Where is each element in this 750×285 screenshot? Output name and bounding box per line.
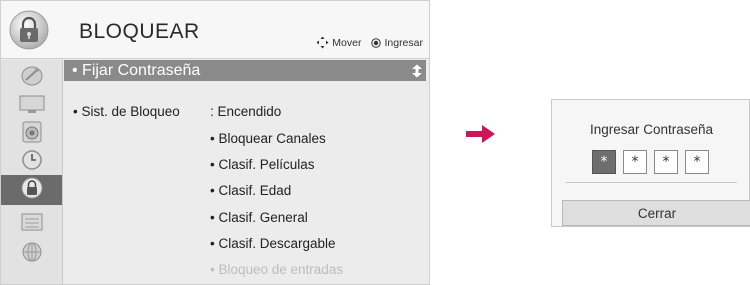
clock-icon[interactable] [12,148,52,172]
menu-content: • Fijar Contraseña • Sist. de Bloqueo : … [64,60,429,284]
tv-screen-icon[interactable] [12,92,52,116]
option-movie-rating[interactable]: • Clasif. Películas [210,157,315,172]
move-hint-label: Mover [332,36,362,49]
pin-digit-1[interactable]: * [592,150,616,174]
pin-digit-2[interactable]: * [623,150,647,174]
category-sidebar [1,60,63,284]
option-block-channels[interactable]: • Bloquear Canales [210,131,326,146]
menu-item-lock-system[interactable]: • Sist. de Bloqueo [73,104,180,119]
enter-hint-label: Ingresar [384,36,423,49]
sidebar-item-lock[interactable] [1,175,62,205]
right-arrow-icon [466,123,496,145]
network-icon[interactable] [12,240,52,264]
menu-item-label: • Fijar Contraseña [72,62,201,79]
divider [566,182,737,183]
option-general-rating[interactable]: • Clasif. General [210,210,308,225]
menu-item-label: • Sist. de Bloqueo [73,104,180,119]
ok-button-icon [371,37,382,48]
speaker-icon[interactable] [12,120,52,144]
page-title: BLOQUEAR [79,20,200,43]
option-age-rating[interactable]: • Clasif. Edad [210,183,291,198]
menu-item-set-password[interactable]: • Fijar Contraseña [64,60,426,81]
pin-digit-3[interactable]: * [654,150,678,174]
menu-header: BLOQUEAR Mover Ingresar [1,1,429,59]
password-dialog: Ingresar Contraseña * * * * Cerrar [551,99,750,227]
navigation-hints: Mover Ingresar [316,36,423,49]
lock-icon [21,176,43,205]
pin-digit-4[interactable]: * [685,150,709,174]
close-button[interactable]: Cerrar [562,200,750,226]
pin-input[interactable]: * * * * [592,150,709,174]
lock-menu-window: BLOQUEAR Mover Ingresar • Fijar Contrase… [0,0,430,285]
options-icon[interactable] [12,210,52,234]
option-input-block[interactable]: • Bloqueo de entradas [210,262,343,277]
scroll-arrows-icon [411,63,423,84]
enter-hint: Ingresar [371,37,423,49]
dialog-title: Ingresar Contraseña [589,122,714,137]
move-hint: Mover [316,36,361,49]
directional-pad-icon [316,36,329,49]
lock-icon [5,9,53,51]
satellite-dish-icon[interactable] [12,64,52,88]
lock-system-value: : Encendido [210,104,282,119]
option-downloadable-rating[interactable]: • Clasif. Descargable [210,236,336,251]
